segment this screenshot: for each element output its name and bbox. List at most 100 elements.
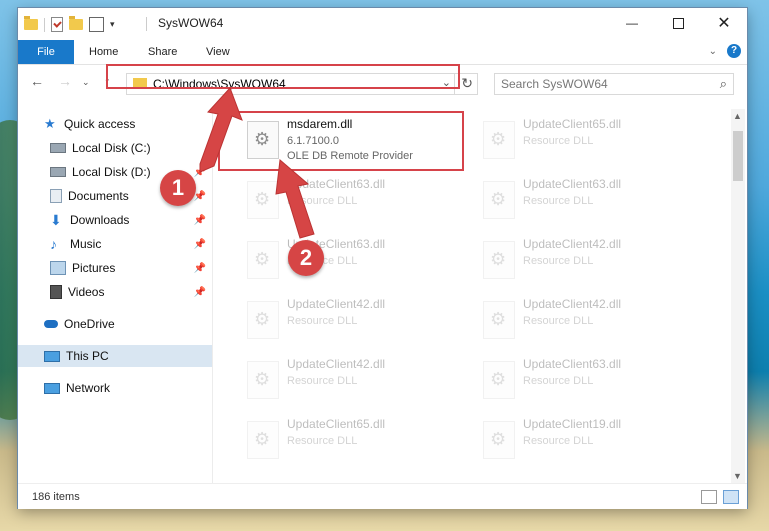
recent-dropdown-icon[interactable]: ⌄ [82,77,90,88]
file-item[interactable]: UpdateClient42.dll Resource DLL [473,231,703,285]
window-title: SysWOW64 [158,16,224,30]
file-version: Resource DLL [523,315,594,327]
documents-icon [50,189,62,203]
dll-file-icon [247,361,279,399]
sidebar-item-network[interactable]: Network [18,377,212,399]
computer-icon [44,350,60,362]
file-name: UpdateClient63.dll [523,177,622,191]
sidebar-item-label: OneDrive [64,317,115,331]
vertical-scrollbar[interactable]: ▲ ▼ [731,109,745,483]
file-version: Resource DLL [523,195,594,207]
ribbon-controls: ⌄ ? [709,44,741,58]
sidebar-item-pictures[interactable]: Pictures 📌 [18,257,212,279]
sidebar-item-local-disk-c[interactable]: Local Disk (C:) [18,137,212,159]
sidebar-item-music[interactable]: ♪ Music 📌 [18,233,212,255]
search-icon[interactable]: ⌕ [720,76,727,92]
file-name: UpdateClient19.dll [523,417,622,431]
new-folder-icon[interactable] [69,16,83,30]
tab-home[interactable]: Home [89,40,118,64]
sidebar-item-this-pc[interactable]: This PC [18,345,212,367]
sidebar-item-label: Pictures [72,261,116,275]
folder-icon [24,16,38,30]
chevron-down-icon[interactable]: ▾ [110,19,115,30]
file-version: Resource DLL [523,435,594,447]
scrollbar-thumb[interactable] [733,131,743,181]
navigation-pane: ★ Quick access Local Disk (C:) Local Dis… [18,109,213,483]
file-item[interactable]: UpdateClient65.dll Resource DLL [473,111,703,165]
dll-file-icon [247,241,279,279]
file-version: Resource DLL [523,255,594,267]
customize-icon[interactable] [89,17,104,32]
back-arrow-icon[interactable]: ← [30,73,44,89]
forward-arrow-icon[interactable]: → [58,73,72,89]
refresh-icon[interactable]: ↻ [461,75,473,92]
maximize-button[interactable] [655,8,701,38]
scroll-down-icon[interactable]: ▼ [733,471,742,481]
videos-icon [50,285,62,299]
dll-file-icon [483,421,515,459]
file-item[interactable]: UpdateClient63.dll Resource DLL [237,171,467,225]
tab-share[interactable]: Share [148,40,177,64]
sidebar-item-label: Music [70,237,102,251]
sidebar-item-onedrive[interactable]: OneDrive [18,313,212,335]
pin-icon[interactable]: 📌 [194,287,206,298]
pin-icon[interactable]: 📌 [194,239,206,250]
search-placeholder: Search SysWOW64 [501,77,608,91]
file-item[interactable]: UpdateClient63.dll Resource DLL [237,231,467,285]
file-version: Resource DLL [287,375,358,387]
file-name: UpdateClient42.dll [287,297,386,311]
file-item[interactable]: UpdateClient42.dll Resource DLL [237,291,467,345]
cloud-icon [44,320,58,328]
help-icon[interactable]: ? [727,44,741,58]
dll-file-icon [247,301,279,339]
dll-file-icon [247,421,279,459]
pin-icon[interactable]: 📌 [194,167,206,178]
file-name: UpdateClient42.dll [287,357,386,371]
file-item[interactable]: UpdateClient42.dll Resource DLL [237,351,467,405]
properties-check-icon[interactable] [51,17,63,32]
quick-access-toolbar: ▾ [24,16,115,32]
file-item[interactable]: UpdateClient42.dll Resource DLL [473,291,703,345]
sidebar-item-quick-access[interactable]: ★ Quick access [18,113,212,135]
sidebar-item-label: This PC [66,349,109,363]
download-icon: ⬇ [50,212,62,228]
large-icons-view-icon[interactable] [723,490,739,504]
close-icon: ✕ [717,15,731,32]
file-name: UpdateClient42.dll [523,237,622,251]
sidebar-item-label: Local Disk (D:) [72,165,151,179]
file-version: Resource DLL [287,435,358,447]
dll-file-icon [483,361,515,399]
maximize-icon [672,17,684,29]
file-name: UpdateClient63.dll [523,357,622,371]
dll-file-icon [247,181,279,219]
sidebar-item-label: Downloads [70,213,130,227]
view-switcher [701,490,739,504]
sidebar-item-label: Network [66,381,111,395]
file-name: UpdateClient63.dll [287,177,386,191]
sidebar-item-videos[interactable]: Videos 📌 [18,281,212,303]
step-badge-1: 1 [160,170,196,206]
file-item[interactable]: UpdateClient63.dll Resource DLL [473,351,703,405]
sidebar-item-label: Videos [68,285,105,299]
expand-ribbon-icon[interactable]: ⌄ [709,46,717,57]
divider [44,17,45,32]
step-badge-2: 2 [288,240,324,276]
search-input[interactable]: Search SysWOW64 ⌕ [494,73,734,95]
file-item[interactable]: UpdateClient63.dll Resource DLL [473,171,703,225]
file-version: Resource DLL [287,195,358,207]
tab-file[interactable]: File [18,40,74,64]
sidebar-item-downloads[interactable]: ⬇ Downloads 📌 [18,209,212,231]
pin-icon[interactable]: 📌 [194,215,206,226]
file-item[interactable]: UpdateClient19.dll Resource DLL [473,411,703,465]
dll-file-icon [483,301,515,339]
sidebar-item-label: Quick access [64,117,136,131]
close-button[interactable]: ✕ [701,8,747,38]
file-item[interactable]: UpdateClient65.dll Resource DLL [237,411,467,465]
details-view-icon[interactable] [701,490,717,504]
dll-file-icon [483,241,515,279]
dll-file-icon [483,121,515,159]
minimize-button[interactable]: — [609,8,655,38]
pin-icon[interactable]: 📌 [194,263,206,274]
tab-view[interactable]: View [206,40,230,64]
scroll-up-icon[interactable]: ▲ [733,111,742,121]
